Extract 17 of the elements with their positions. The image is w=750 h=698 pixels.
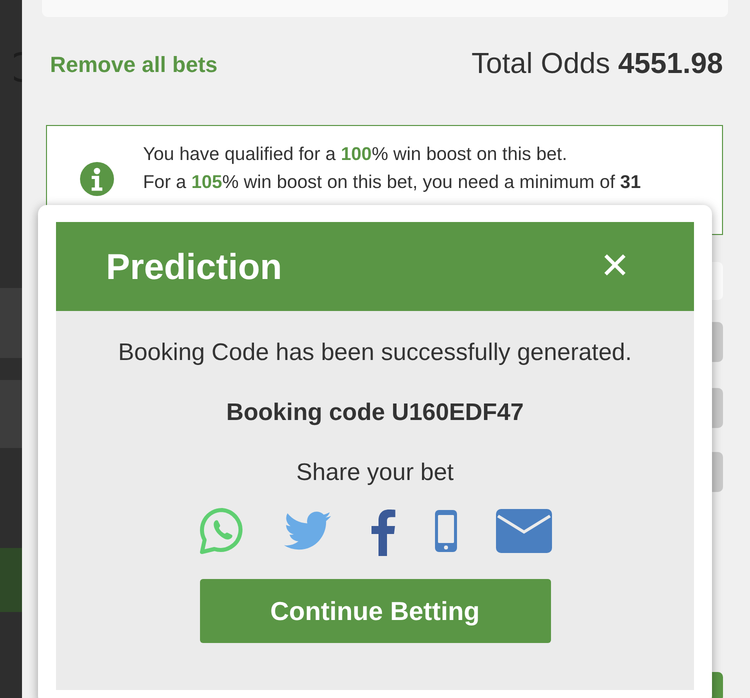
share-label: Share your bet <box>296 459 454 487</box>
notice-line: You have qualified for a 100% win boost on this bet. <box>143 142 568 166</box>
remove-all-link[interactable]: Remove all bets <box>50 52 218 78</box>
envelope-icon[interactable] <box>496 509 552 553</box>
panel-edge <box>0 380 22 448</box>
continue-betting-button[interactable]: Continue Betting <box>200 579 550 643</box>
info-icon <box>80 162 114 196</box>
booking-code: Booking code U160EDF47 <box>226 399 524 427</box>
round-button-edge <box>14 52 22 82</box>
total-odds: Total Odds 4551.98 <box>471 48 723 81</box>
panel-edge <box>0 548 22 612</box>
phone-icon[interactable] <box>434 509 458 553</box>
notice-line: For a 105% win boost on this bet, you need a minimum of 31 <box>143 170 641 194</box>
success-message: Booking Code has been successfully generated. <box>118 339 632 367</box>
dialog-title: Prediction <box>106 246 282 288</box>
panel-edge <box>0 288 22 358</box>
close-button[interactable]: ✕ <box>600 246 644 287</box>
